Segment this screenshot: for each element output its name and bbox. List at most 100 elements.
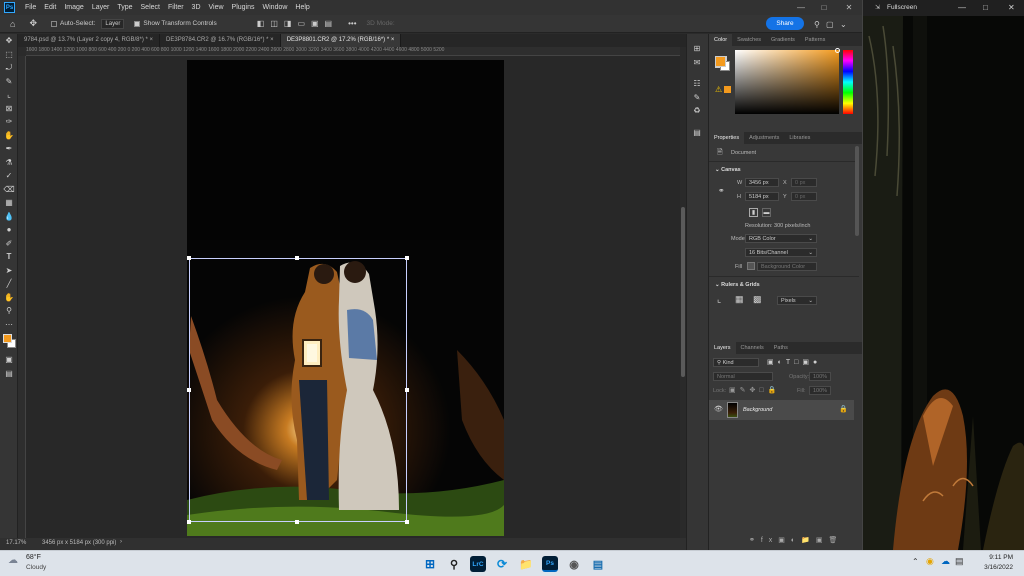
search-icon[interactable]: ⚲ (446, 556, 462, 572)
menu-3d[interactable]: 3D (188, 4, 205, 11)
hand-tool-icon[interactable]: ✋ (0, 291, 18, 305)
layer-actions[interactable]: ⚭fx▣◐📁▣🗑 (749, 536, 843, 544)
tab-adjustments[interactable]: Adjustments (744, 132, 784, 144)
menu-select[interactable]: Select (137, 4, 164, 11)
transform-handle-b[interactable] (295, 520, 299, 524)
tray-cloud-icon[interactable]: ☁ (941, 556, 950, 567)
vertical-scroll-thumb[interactable] (681, 207, 685, 377)
clock-time[interactable]: 9:11 PM (977, 554, 1013, 561)
tab-libraries[interactable]: Libraries (784, 132, 815, 144)
workspace-dropdown-icon[interactable]: ⌄ (840, 18, 847, 30)
weather-condition[interactable]: Cloudy (26, 564, 46, 571)
document-canvas[interactable] (187, 60, 504, 536)
more-tools-icon[interactable]: ⋯ (0, 318, 18, 332)
weather-cloud-icon[interactable]: ☁ (8, 555, 18, 566)
transform-handle-t[interactable] (295, 256, 299, 260)
show-transform-checkbox[interactable]: Show Transform Controls (134, 18, 217, 30)
tab-properties[interactable]: Properties (709, 132, 745, 144)
mode-select[interactable]: RGB Color ⌄ (745, 234, 817, 243)
color-swatches[interactable] (0, 331, 17, 353)
close-icon[interactable]: ✕ (1008, 3, 1015, 12)
adjust-panel-icon[interactable]: ☷ (687, 77, 707, 91)
grid-icon[interactable]: ▦ (735, 294, 744, 305)
line-tool-icon[interactable]: ╱ (0, 277, 18, 291)
tab-channels[interactable]: Channels (736, 342, 769, 354)
lightroom-classic-icon[interactable]: LrC (470, 556, 486, 572)
home-icon[interactable]: ⌂ (10, 18, 15, 30)
photos-icon[interactable]: ▤ (590, 556, 606, 572)
layer-select-dropdown[interactable]: Layer (101, 18, 125, 30)
close-icon[interactable]: × (270, 37, 274, 43)
tray-chevron-icon[interactable]: ⌃ (912, 557, 919, 566)
tab-layers[interactable]: Layers (709, 342, 736, 354)
rulers-grids-header[interactable]: ⌄ Rulers & Grids (715, 282, 760, 288)
units-select[interactable]: Pixels ⌄ (777, 296, 817, 305)
menu-layer[interactable]: Layer (88, 4, 114, 11)
align-icons[interactable]: ◧◫◨▭▣▤ (257, 18, 338, 30)
menu-filter[interactable]: Filter (164, 4, 188, 11)
weather-temp[interactable]: 68°F (26, 554, 41, 561)
properties-panel-icon[interactable]: ▤ (687, 126, 707, 140)
character-panel-icon[interactable]: ♻ (687, 104, 707, 118)
move-tool-icon[interactable]: ✥ (29, 18, 37, 30)
canvas-section-header[interactable]: ⌄ Canvas (715, 167, 741, 173)
menu-file[interactable]: File (21, 4, 40, 11)
color-picker-cursor[interactable] (835, 48, 840, 53)
landscape-orientation-icon[interactable]: ▬ (762, 208, 771, 217)
more-options-icon[interactable]: ••• (348, 18, 356, 30)
gradient-tool-icon[interactable]: ▦ (0, 196, 18, 210)
blur-tool-icon[interactable]: 💧 (0, 210, 18, 224)
path-select-tool-icon[interactable]: ➤ (0, 264, 18, 278)
fill-select[interactable]: Background Color (757, 262, 817, 271)
quick-select-tool-icon[interactable]: ✎ (0, 75, 18, 89)
tab-paths[interactable]: Paths (769, 342, 793, 354)
color-field[interactable] (735, 50, 839, 114)
quick-mask-icon[interactable]: ▣ (0, 353, 18, 367)
close-icon[interactable]: × (391, 37, 395, 43)
transform-handle-r[interactable] (405, 388, 409, 392)
file-explorer-icon[interactable]: 📁 (518, 556, 534, 572)
type-tool-icon[interactable]: T (0, 250, 18, 264)
app-icon[interactable]: ◉ (566, 556, 582, 572)
menu-image[interactable]: Image (60, 4, 87, 11)
lasso-tool-icon[interactable]: ⤾ (0, 61, 18, 75)
transform-handle-tl[interactable] (187, 256, 191, 260)
properties-scroll-thumb[interactable] (855, 146, 859, 236)
brush-settings-icon[interactable]: ✎ (687, 91, 707, 105)
photoshop-taskbar-icon[interactable]: Ps (542, 556, 558, 572)
doc-tab-1[interactable]: 9784.psd @ 13.7% (Layer 2 copy 4, RGB/8*… (18, 34, 161, 47)
hue-slider[interactable] (843, 50, 853, 114)
transform-handle-bl[interactable] (187, 520, 191, 524)
height-field[interactable]: 5184 px (745, 192, 779, 201)
menu-help[interactable]: Help (291, 4, 313, 11)
start-icon[interactable]: ⊞ (422, 556, 438, 572)
minimize-icon[interactable]: — (958, 3, 966, 12)
search-icon[interactable]: ⚲ (814, 18, 820, 30)
eyedropper-tool-icon[interactable]: ✑ (0, 115, 18, 129)
close-icon[interactable]: ✕ (838, 0, 860, 15)
transform-bounding-box[interactable] (189, 258, 407, 522)
menu-edit[interactable]: Edit (40, 4, 60, 11)
tray-app-icon[interactable]: ◉ (926, 556, 934, 567)
x-field[interactable]: 0 px (791, 178, 817, 187)
transform-handle-br[interactable] (405, 520, 409, 524)
link-icon[interactable]: ⚭ (718, 186, 725, 195)
frame-tool-icon[interactable]: ⊠ (0, 102, 18, 116)
portrait-orientation-icon[interactable]: ▮ (749, 208, 758, 217)
menu-window[interactable]: Window (259, 4, 292, 11)
canvas-area[interactable] (26, 56, 680, 538)
fill-swatch[interactable] (747, 262, 755, 270)
layer-fill-field[interactable]: 100% (809, 386, 831, 395)
workspace-icon[interactable]: ▢ (826, 18, 834, 30)
zoom-tool-icon[interactable]: ⚲ (0, 304, 18, 318)
menu-view[interactable]: View (205, 4, 228, 11)
status-arrow-icon[interactable]: › (120, 539, 122, 545)
bit-depth-select[interactable]: 16 Bits/Channel ⌄ (745, 248, 817, 257)
history-brush-tool-icon[interactable]: ✓ (0, 169, 18, 183)
doc-tab-3[interactable]: DE3P8801.CR2 @ 17.2% (RGB/16*) * × (280, 34, 402, 47)
opacity-field[interactable]: 100% (809, 372, 831, 381)
auto-select-checkbox[interactable]: Auto-Select: (50, 18, 95, 30)
layer-name[interactable]: Background (743, 407, 772, 413)
pen-tool-icon[interactable]: ✐ (0, 237, 18, 251)
screen-mode-icon[interactable]: ▤ (0, 367, 18, 381)
